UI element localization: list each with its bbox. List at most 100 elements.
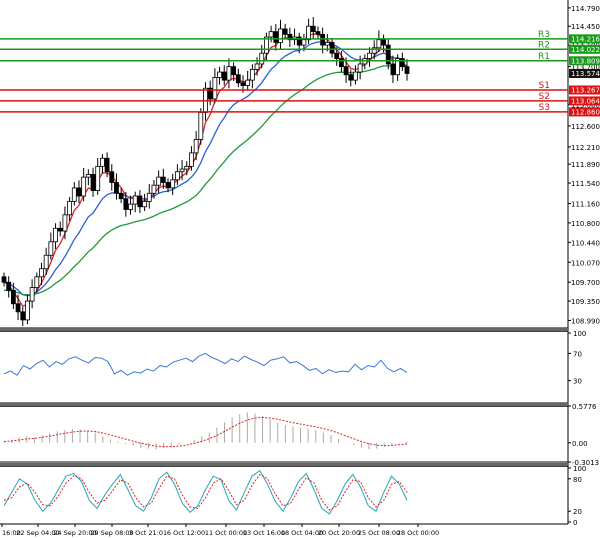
panel-separator <box>0 463 568 466</box>
price-tick-label: 111.890 <box>571 161 600 169</box>
candle-body <box>334 52 340 59</box>
candle-body <box>404 66 410 74</box>
candle-body <box>57 227 63 232</box>
level-label-r1: R1 <box>538 52 550 62</box>
x-tick-label: 20 Oct 20:00 <box>318 529 360 537</box>
candle-body <box>348 74 354 81</box>
stoch-tick-label: 20 <box>573 508 582 516</box>
candle-body <box>156 176 162 186</box>
candle-body <box>151 184 157 194</box>
price-tick-label: 109.700 <box>571 279 600 287</box>
price-label-value: 112.860 <box>571 108 600 116</box>
x-tick-label: 29 Sep 08:00 <box>90 529 133 537</box>
candle-body <box>221 71 227 81</box>
candle-body <box>25 300 30 321</box>
candle-body <box>174 171 180 181</box>
candle-body <box>306 25 311 41</box>
price-label-value: 114.022 <box>571 46 600 54</box>
candle-body <box>81 176 87 197</box>
candle-body <box>226 66 232 81</box>
price-tick-label: 109.350 <box>571 298 600 306</box>
candle-body <box>357 63 363 73</box>
candle-body <box>235 74 241 84</box>
candle-body <box>95 165 101 191</box>
trading-chart: R3R2R1S1S2S3 114.790114.450114.100113.70… <box>0 0 600 538</box>
candle-body <box>376 39 382 49</box>
chart-background <box>0 0 600 538</box>
stoch-tick-label: 0 <box>573 519 577 527</box>
price-label-value: 113.809 <box>571 57 600 65</box>
candle-body <box>104 157 110 173</box>
candle-body <box>114 182 119 194</box>
candle-body <box>132 195 138 205</box>
candle-body <box>20 311 26 321</box>
candle-body <box>165 182 171 189</box>
level-label-r2: R2 <box>538 40 550 50</box>
candle-body <box>320 33 326 46</box>
x-tick-label: 6 Oct 12:00 <box>167 529 205 537</box>
price-tick-label: 110.800 <box>571 220 600 228</box>
candle-body <box>118 192 124 200</box>
candle-body <box>390 63 396 76</box>
candle-body <box>343 66 349 76</box>
price-label-value: 113.064 <box>571 97 600 105</box>
candle-body <box>184 165 190 170</box>
candle-body <box>71 187 77 202</box>
candle-body <box>338 58 344 68</box>
panel-separator <box>0 328 568 331</box>
candle-body <box>29 287 35 302</box>
price-tick-label: 112.210 <box>571 144 600 152</box>
x-tick-label: 28 Oct 00:00 <box>397 529 439 537</box>
price-label-value: 114.216 <box>571 35 600 43</box>
candle-body <box>67 200 73 216</box>
candle-body <box>90 174 96 191</box>
candle-body <box>381 39 386 46</box>
candle-body <box>315 31 321 35</box>
candle-body <box>170 179 176 189</box>
candle-body <box>6 281 12 291</box>
candle-body <box>128 203 133 210</box>
macd-tick-label: 0.5776 <box>572 403 597 411</box>
price-tick-label: 110.070 <box>571 259 600 267</box>
candle-body <box>212 77 218 100</box>
candle-body <box>278 28 283 43</box>
x-tick-label: 3 Oct 21:01 <box>129 529 167 537</box>
candle-body <box>273 31 279 43</box>
panel-separator <box>0 403 568 406</box>
price-tick-label: 114.450 <box>571 23 600 31</box>
candle-body <box>268 31 274 38</box>
price-tick-label: 112.600 <box>571 123 600 131</box>
candle-body <box>399 58 405 68</box>
candle-body <box>85 174 91 178</box>
candle-body <box>259 52 265 65</box>
candle-body <box>34 276 40 288</box>
price-label-value: 113.574 <box>571 70 600 78</box>
price-tick-label: 108.990 <box>571 317 600 325</box>
stoch-tick-label: 100 <box>573 465 586 473</box>
price-label-value: 113.267 <box>571 86 600 94</box>
macd-tick-label: 0.00 <box>572 440 588 448</box>
candle-body <box>10 289 16 305</box>
candle-body <box>329 42 335 54</box>
price-tick-label: 111.540 <box>571 180 600 188</box>
candle-body <box>15 303 21 313</box>
candle-body <box>198 112 204 140</box>
candle-body <box>353 71 358 81</box>
candle-body <box>62 214 68 232</box>
x-tick-label: 11 Oct 00:00 <box>205 529 247 537</box>
candle-body <box>240 82 246 86</box>
level-label-r3: R3 <box>538 30 550 40</box>
level-label-s3: S3 <box>539 103 550 113</box>
level-label-s2: S2 <box>539 92 550 102</box>
candle-body <box>53 227 58 243</box>
price-tick-label: 111.160 <box>571 201 600 209</box>
candle-body <box>76 187 82 197</box>
rsi-tick-label: 70 <box>573 350 582 358</box>
price-tick-label: 110.440 <box>571 239 600 247</box>
candle-body <box>39 268 44 278</box>
candle-body <box>146 192 152 202</box>
candle-body <box>231 66 237 76</box>
level-label-s1: S1 <box>539 81 550 91</box>
candle-body <box>324 42 330 46</box>
stoch-tick-label: 80 <box>573 476 582 484</box>
